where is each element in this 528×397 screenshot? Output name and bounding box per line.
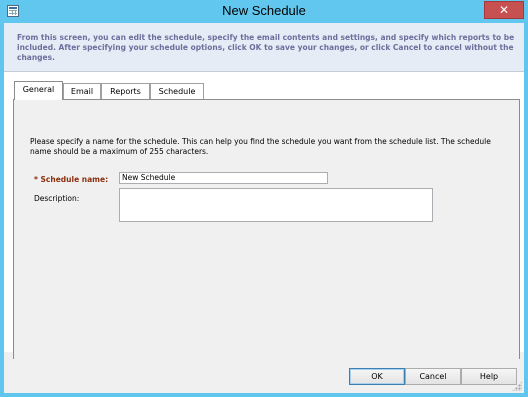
tab-schedule[interactable]: Schedule — [150, 83, 204, 99]
schedule-name-input[interactable]: New Schedule — [119, 172, 328, 184]
tab-general[interactable]: General — [14, 81, 63, 100]
general-description-text: Please specify a name for the schedule. … — [30, 137, 491, 156]
general-tab-panel: Please specify a name for the schedule. … — [13, 99, 520, 366]
tab-control: General Email Reports Schedule Please sp… — [4, 72, 524, 366]
close-button[interactable]: ✕ — [484, 1, 524, 19]
dialog-body: From this screen, you can edit the sched… — [4, 23, 524, 393]
intro-text: From this screen, you can edit the sched… — [17, 33, 515, 62]
cancel-button[interactable]: Cancel — [405, 368, 461, 385]
window-title: New Schedule — [222, 3, 306, 18]
tab-email[interactable]: Email — [63, 83, 101, 99]
new-schedule-window: New Schedule ✕ From this screen, you can… — [0, 0, 528, 397]
schedule-name-label: * Schedule name: — [34, 175, 109, 184]
description-textarea[interactable] — [119, 188, 433, 222]
button-bar: OK Cancel Help — [4, 359, 524, 393]
intro-banner: From this screen, you can edit the sched… — [4, 23, 524, 72]
ok-button[interactable]: OK — [349, 368, 405, 385]
description-label: Description: — [34, 194, 80, 203]
title-bar[interactable]: New Schedule ✕ — [0, 0, 528, 23]
tab-reports[interactable]: Reports — [101, 83, 150, 99]
close-icon: ✕ — [498, 3, 510, 17]
help-button[interactable]: Help — [461, 368, 517, 385]
